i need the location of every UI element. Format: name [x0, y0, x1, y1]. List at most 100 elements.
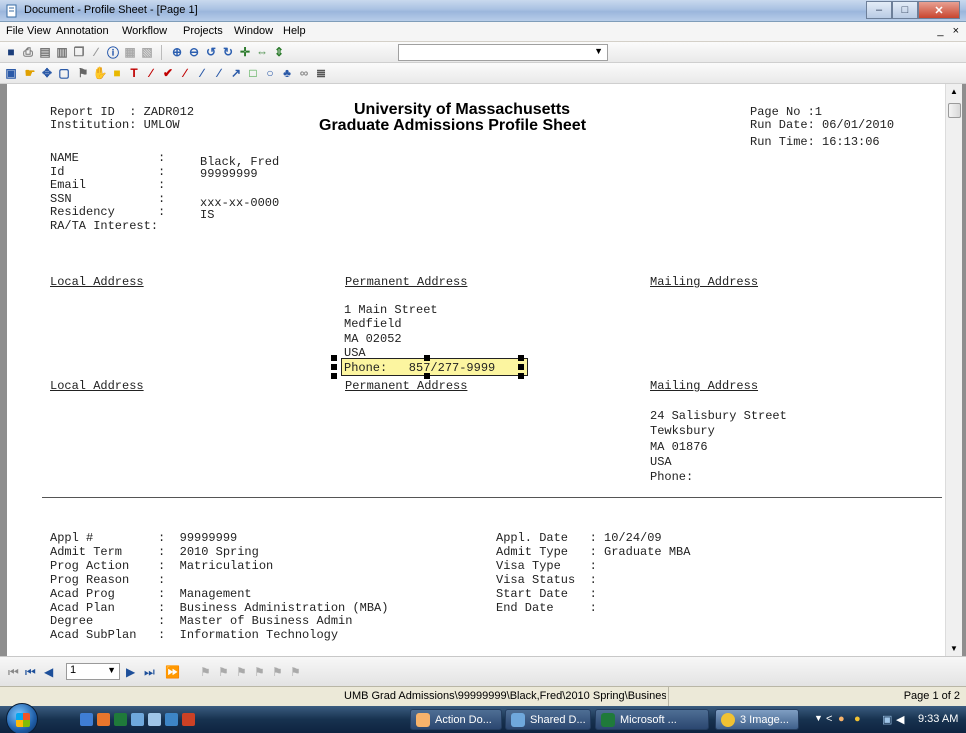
menu-view[interactable]: View — [27, 25, 51, 37]
edit-icon[interactable]: ∕ — [89, 45, 103, 59]
firefox-icon[interactable] — [97, 713, 110, 726]
fit-height-icon[interactable]: ⇕ — [272, 45, 286, 59]
current-page-value: 1 — [70, 664, 77, 676]
rotate-right-icon[interactable]: ↻ — [221, 45, 235, 59]
thumbnail-icon[interactable]: ⚑ — [200, 665, 211, 679]
save-icon[interactable]: ■ — [4, 45, 18, 59]
fast-forward-icon[interactable]: ⏩ — [165, 665, 180, 679]
section-divider — [42, 497, 942, 498]
status-bar: UMB Grad Admissions\99999999\Black,Fred\… — [0, 686, 966, 707]
pen-tool-icon[interactable]: ∕ — [178, 66, 192, 80]
menu-workflow[interactable]: Workflow — [122, 25, 167, 37]
zoom-in-icon[interactable]: ⊕ — [170, 45, 184, 59]
menu-projects[interactable]: Projects — [183, 25, 223, 37]
fit-width-icon[interactable]: ⇔ — [255, 45, 269, 59]
resize-handle[interactable] — [331, 373, 337, 379]
hand-icon[interactable]: ✋ — [93, 66, 108, 80]
menu-file[interactable]: File — [6, 25, 24, 37]
scroll-thumb[interactable] — [948, 103, 961, 118]
line-tool-icon[interactable]: ∕ — [144, 66, 158, 80]
document-selector-dropdown[interactable]: ▼ — [398, 44, 608, 61]
first-page-icon[interactable]: ⏮ — [25, 665, 36, 680]
pointer-icon[interactable]: ☛ — [23, 66, 37, 80]
notes-icon[interactable]: ▦ — [123, 45, 137, 59]
mailing-address-heading-2: Mailing Address — [650, 379, 759, 393]
thumbnail-icon[interactable]: ⚑ — [236, 665, 247, 679]
arrow-tool-icon[interactable]: ↗ — [229, 66, 243, 80]
application-window: Document - Profile Sheet - [Page 1] ‒ □ … — [0, 0, 966, 707]
text-tool-icon[interactable]: T — [127, 66, 141, 80]
excel-icon[interactable] — [114, 713, 127, 726]
firefox-tray-icon[interactable]: ● — [838, 713, 845, 725]
resize-handle[interactable] — [518, 364, 524, 370]
close-button[interactable]: ✕ — [918, 1, 960, 19]
properties-icon[interactable]: ▧ — [140, 45, 154, 59]
taskbar-item-action-do[interactable]: Action Do... — [410, 709, 502, 730]
scroll-up-icon[interactable]: ▲ — [950, 87, 958, 96]
standard-toolbar: ■ ⎙ ▤ ▥ ❐ ∕ ⓘ ▦ ▧ ⊕ ⊖ ↺ ↻ ✛ ⇔ ⇕ ▼ — [0, 42, 966, 63]
last-page-icon[interactable]: ⏭ — [144, 665, 155, 680]
menu-annotation[interactable]: Annotation — [56, 25, 109, 37]
thumbnail-icon[interactable]: ⚑ — [218, 665, 229, 679]
first-page-disabled-icon[interactable]: ⏮ — [8, 665, 19, 680]
link-icon[interactable]: ∞ — [297, 66, 311, 80]
menu-help[interactable]: Help — [283, 25, 306, 37]
thumbnail-icon[interactable]: ⚑ — [290, 665, 301, 679]
network-icon[interactable]: ▣ — [882, 713, 892, 726]
volume-icon[interactable]: ◀ — [896, 713, 904, 726]
rotate-left-icon[interactable]: ↺ — [204, 45, 218, 59]
rectangle-tool-icon[interactable]: □ — [246, 66, 260, 80]
zoom-out-icon[interactable]: ⊖ — [187, 45, 201, 59]
resize-handle[interactable] — [331, 355, 337, 361]
previous-page-icon[interactable]: ◀ — [44, 665, 53, 679]
taskbar-item-image[interactable]: 3 Image... — [715, 709, 799, 730]
print-icon[interactable]: ⎙ — [21, 45, 35, 59]
annotation-toggle-icon[interactable]: ▣ — [4, 66, 18, 80]
app-icon[interactable] — [182, 713, 195, 726]
mdi-window-controls[interactable]: _ × — [937, 25, 962, 37]
start-button[interactable] — [6, 703, 38, 733]
person-id-value: 99999999 — [200, 167, 258, 181]
select-area-icon[interactable]: ▢ — [57, 66, 71, 80]
chevron-left-icon[interactable]: < — [826, 713, 832, 725]
thumbnail-icon[interactable]: ⚑ — [272, 665, 283, 679]
resize-handle[interactable] — [331, 364, 337, 370]
show-desktop-icon[interactable] — [80, 713, 93, 726]
fax-icon[interactable]: ▥ — [55, 45, 69, 59]
ellipse-tool-icon[interactable]: ○ — [263, 66, 277, 80]
attachment-icon[interactable]: ♣ — [280, 66, 294, 80]
scan-icon[interactable]: ▤ — [38, 45, 52, 59]
resize-handle[interactable] — [518, 373, 524, 379]
thumbnail-icon[interactable]: ⚑ — [254, 665, 265, 679]
sticky-note-icon[interactable]: ■ — [110, 66, 124, 80]
highlighter-icon[interactable]: ∕ — [195, 66, 209, 80]
copy-icon[interactable]: ❐ — [72, 45, 86, 59]
check-mark-icon[interactable]: ✔ — [161, 66, 175, 80]
document-viewer: Report ID : ZADR012 Institution: UMLOW U… — [0, 84, 966, 656]
local-address-heading: Local Address — [50, 275, 144, 289]
vertical-scrollbar[interactable]: ▲ ▼ — [945, 84, 962, 656]
mailing-address-line4: USA — [650, 455, 672, 469]
scroll-down-icon[interactable]: ▼ — [950, 644, 958, 653]
chevron-down-icon[interactable]: ▼ — [814, 713, 823, 723]
stamp-icon[interactable]: ⚑ — [76, 66, 90, 80]
straight-line-icon[interactable]: ∕ — [212, 66, 226, 80]
taskbar-item-microsoft[interactable]: Microsoft ... — [595, 709, 709, 730]
maximize-button[interactable]: □ — [892, 1, 918, 19]
app-icon[interactable] — [131, 713, 144, 726]
resize-handle[interactable] — [518, 355, 524, 361]
next-page-icon[interactable]: ▶ — [126, 665, 135, 679]
taskbar-item-shared-d[interactable]: Shared D... — [505, 709, 591, 730]
app-icon[interactable] — [165, 713, 178, 726]
redact-icon[interactable]: ≣ — [314, 66, 328, 80]
menu-window[interactable]: Window — [234, 25, 273, 37]
clock[interactable]: 9:33 AM — [918, 713, 958, 725]
fit-page-icon[interactable]: ✛ — [238, 45, 252, 59]
app-icon[interactable] — [148, 713, 161, 726]
info-icon[interactable]: ⓘ — [106, 45, 120, 60]
page-number-selector[interactable]: 1 ▼ — [66, 663, 120, 680]
document-page[interactable]: Report ID : ZADR012 Institution: UMLOW U… — [7, 84, 945, 656]
minimize-button[interactable]: ‒ — [866, 1, 892, 19]
notification-icon[interactable]: ● — [854, 713, 861, 725]
select-move-icon[interactable]: ✥ — [40, 66, 54, 80]
